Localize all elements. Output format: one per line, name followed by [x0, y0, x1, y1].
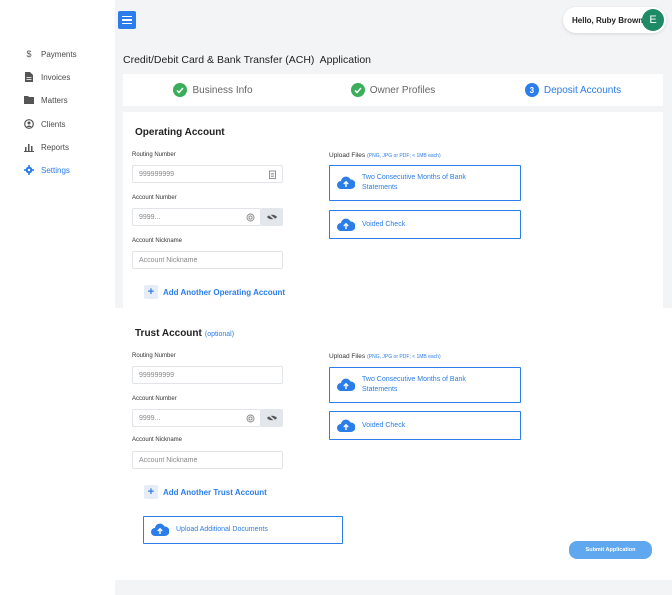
avatar: E	[642, 9, 664, 31]
step-owner-profiles[interactable]: Owner Profiles	[303, 74, 483, 106]
upload-files-label: Upload Files (PNG, JPG or PDF; < 1MB each…	[329, 353, 441, 360]
step-label: Owner Profiles	[369, 84, 436, 96]
plus-icon: +	[144, 285, 158, 299]
trust-account-card: Trust Account (optional) Routing Number 9…	[115, 308, 672, 580]
add-trust-account-label: Add Another Trust Account	[163, 487, 267, 497]
page-title: Credit/Debit Card & Bank Transfer (ACH) …	[123, 54, 372, 66]
routing-number-placeholder: 999999999	[139, 371, 175, 379]
step-label: Business Info	[192, 84, 253, 96]
gear-icon	[24, 165, 34, 175]
account-number-label: Account Number	[132, 396, 177, 402]
toggle-visibility-button[interactable]	[261, 208, 283, 226]
sidebar-item-matters[interactable]: Matters	[24, 93, 68, 107]
user-circle-icon	[24, 119, 34, 129]
upload-files-text: Upload Files	[329, 353, 366, 360]
eye-slash-icon	[267, 213, 277, 221]
step-business-info[interactable]: Business Info	[123, 74, 303, 106]
account-number-placeholder: 9999...	[139, 213, 161, 221]
upload-voided-check-label: Voided Check	[362, 220, 406, 228]
trust-account-title: Trust Account (optional)	[135, 328, 234, 339]
hamburger-icon-line	[122, 19, 132, 21]
add-operating-account-link[interactable]: + Add Another Operating Account	[144, 285, 285, 299]
hamburger-menu-button[interactable]	[118, 11, 136, 29]
trust-account-title-text: Trust Account	[135, 328, 202, 339]
cloud-upload-icon	[337, 218, 355, 231]
sidebar-item-label: Reports	[41, 142, 70, 152]
upload-files-label: Upload Files (PNG, JPG or PDF; < 1MB each…	[329, 152, 441, 159]
upload-voided-check-button[interactable]: Voided Check	[329, 210, 521, 239]
sidebar: $ Payments Invoices Matters Clients Repo…	[0, 0, 115, 595]
upload-files-text: Upload Files	[329, 152, 366, 159]
sidebar-item-label: Payments	[41, 49, 77, 59]
sidebar-item-payments[interactable]: $ Payments	[24, 47, 77, 61]
dollar-icon: $	[26, 49, 32, 59]
bar-chart-icon	[24, 142, 34, 152]
top-bar: Hello, Ruby Brown E	[115, 0, 672, 42]
upload-bank-statements-label: Two Consecutive Months of Bank Statement…	[362, 376, 466, 393]
upload-additional-documents-button[interactable]: Upload Additional Documents	[143, 516, 343, 544]
upload-voided-check-label: Voided Check	[362, 421, 406, 429]
fingerprint-icon	[246, 213, 255, 222]
plus-icon: +	[144, 485, 158, 499]
folder-icon	[24, 95, 34, 105]
step-deposit-accounts[interactable]: 3 Deposit Accounts	[483, 74, 663, 106]
step-number-badge: 3	[524, 83, 539, 97]
cloud-upload-icon	[337, 419, 355, 432]
add-trust-account-link[interactable]: + Add Another Trust Account	[144, 485, 267, 499]
operating-routing-input[interactable]: 999999999	[132, 165, 283, 183]
eye-slash-icon	[267, 414, 277, 422]
trust-account-input[interactable]: 9999...	[132, 409, 261, 427]
upload-bank-statements-button[interactable]: Two Consecutive Months of Bank Statement…	[329, 367, 521, 403]
routing-number-label: Routing Number	[132, 353, 176, 359]
check-circle-icon	[350, 83, 365, 97]
operating-account-card: Operating Account Routing Number 9999999…	[123, 112, 663, 308]
toggle-visibility-button[interactable]	[261, 409, 283, 427]
account-number-placeholder: 9999...	[139, 414, 161, 422]
operating-nickname-input[interactable]: Account Nickname	[132, 251, 283, 269]
sidebar-item-reports[interactable]: Reports	[24, 140, 69, 154]
trust-routing-input[interactable]: 999999999	[132, 366, 283, 384]
upload-files-hint: (PNG, JPG or PDF; < 1MB each)	[367, 153, 441, 159]
submit-application-button[interactable]: Submit Application	[569, 541, 652, 559]
trust-nickname-input[interactable]: Account Nickname	[132, 451, 283, 469]
cloud-upload-icon	[337, 176, 355, 189]
operating-account-input[interactable]: 9999...	[132, 208, 261, 226]
sidebar-item-label: Settings	[41, 165, 70, 175]
upload-bank-statements-label: Two Consecutive Months of Bank Statement…	[362, 174, 466, 191]
sidebar-item-clients[interactable]: Clients	[24, 117, 65, 131]
sidebar-item-label: Clients	[41, 119, 66, 129]
user-menu[interactable]: Hello, Ruby Brown E	[563, 7, 666, 33]
hamburger-icon-line	[122, 22, 132, 25]
account-nickname-label: Account Nickname	[132, 437, 183, 443]
stepper: Business Info Owner Profiles 3 Deposit A…	[123, 74, 663, 106]
routing-number-label: Routing Number	[132, 152, 176, 158]
sidebar-item-invoices[interactable]: Invoices	[24, 70, 70, 84]
upload-bank-statements-button[interactable]: Two Consecutive Months of Bank Statement…	[329, 165, 521, 201]
cloud-upload-icon	[151, 523, 169, 536]
calendar-icon	[269, 170, 276, 179]
account-nickname-placeholder: Account Nickname	[139, 456, 198, 464]
upload-files-hint: (PNG, JPG or PDF; < 1MB each)	[367, 354, 441, 360]
hamburger-icon-line	[122, 15, 132, 18]
add-operating-account-label: Add Another Operating Account	[163, 287, 286, 297]
check-circle-icon	[173, 83, 188, 97]
sidebar-item-label: Invoices	[41, 72, 71, 82]
routing-number-placeholder: 999999999	[139, 170, 175, 178]
account-nickname-placeholder: Account Nickname	[139, 256, 198, 264]
operating-account-title: Operating Account	[135, 127, 225, 138]
step-label: Deposit Accounts	[543, 84, 622, 96]
document-icon	[24, 72, 34, 82]
sidebar-item-label: Matters	[41, 95, 68, 105]
upload-voided-check-button[interactable]: Voided Check	[329, 411, 521, 440]
fingerprint-icon	[246, 414, 255, 423]
account-nickname-label: Account Nickname	[132, 238, 183, 244]
main-content: Hello, Ruby Brown E Credit/Debit Card & …	[115, 0, 672, 595]
optional-tag: (optional)	[204, 331, 235, 338]
cloud-upload-icon	[337, 378, 355, 391]
upload-additional-documents-label: Upload Additional Documents	[176, 526, 268, 533]
account-number-label: Account Number	[132, 195, 177, 201]
user-greeting: Hello, Ruby Brown	[572, 15, 644, 25]
sidebar-item-settings[interactable]: Settings	[24, 163, 70, 177]
